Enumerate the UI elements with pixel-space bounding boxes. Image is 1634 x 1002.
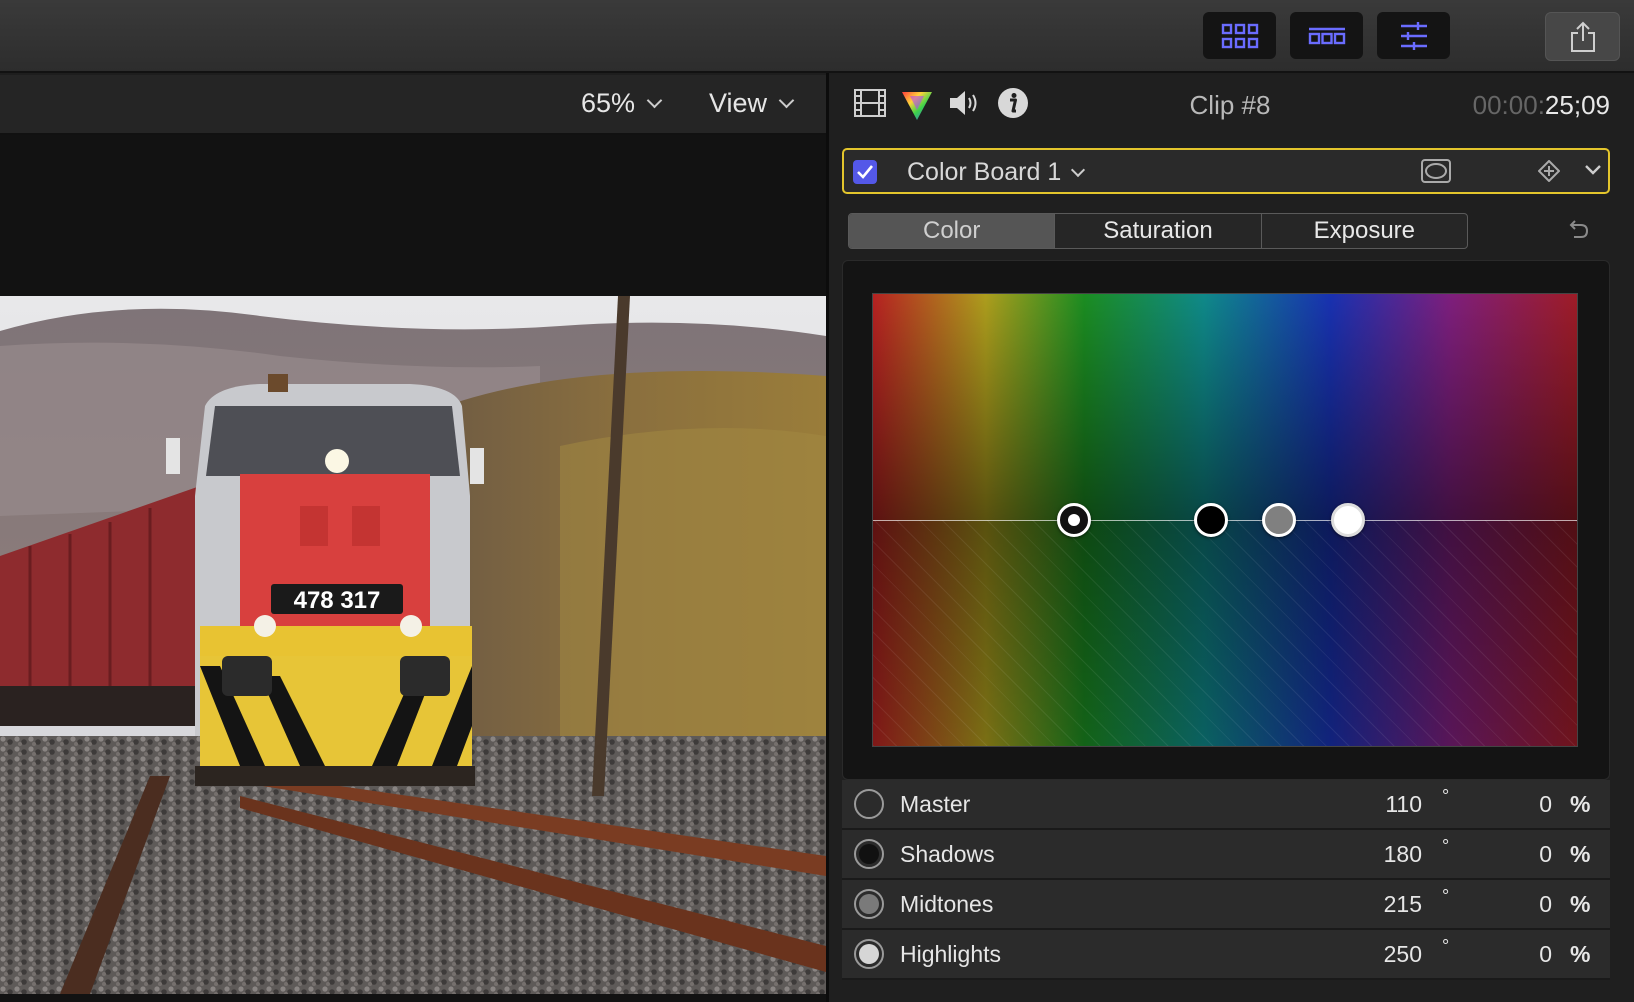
- board-positive-area: [873, 294, 1577, 520]
- swatch-fill: [859, 794, 879, 814]
- film-icon[interactable]: [854, 88, 886, 118]
- chevron-down-icon: [646, 92, 663, 109]
- timecode-seconds-frames: 25;09: [1544, 90, 1610, 120]
- highlights-puck[interactable]: [1330, 503, 1365, 537]
- percent-symbol: %: [1570, 890, 1591, 917]
- zoom-label: 65%: [581, 88, 636, 118]
- percent-value[interactable]: 0: [1482, 891, 1552, 918]
- table-row: Highlights 250 ° 0 %: [842, 930, 1610, 980]
- effect-enable-checkbox[interactable]: [853, 160, 877, 184]
- board-negative-area: [873, 520, 1577, 746]
- hue-degrees-value[interactable]: 180: [1332, 841, 1422, 868]
- inspector-toggle-button[interactable]: [1377, 12, 1450, 59]
- swatch-fill: [859, 944, 879, 964]
- zoom-popup[interactable]: 65%: [581, 88, 663, 119]
- table-row: Midtones 215 ° 0 %: [842, 880, 1610, 930]
- keyframe-diamond-icon[interactable]: [1538, 160, 1560, 182]
- swatch-fill: [859, 894, 879, 914]
- percent-value[interactable]: 0: [1482, 791, 1552, 818]
- table-row: Master 110 ° 0 %: [842, 780, 1610, 830]
- shadows-swatch[interactable]: [854, 839, 884, 869]
- info-icon[interactable]: [996, 86, 1030, 120]
- checkmark-icon: [857, 165, 874, 179]
- train-video-image: 478 317: [0, 296, 826, 994]
- hue-degrees-value[interactable]: 250: [1332, 941, 1422, 968]
- browser-toggle-button[interactable]: [1203, 12, 1276, 59]
- tab-saturation[interactable]: Saturation: [1055, 214, 1262, 248]
- effect-name: Color Board 1: [907, 158, 1062, 186]
- row-label: Master: [900, 790, 971, 817]
- tab-exposure[interactable]: Exposure: [1262, 214, 1467, 248]
- timeline-toggle-button[interactable]: [1290, 12, 1363, 59]
- midtones-puck[interactable]: [1262, 503, 1297, 537]
- share-button[interactable]: [1545, 12, 1620, 61]
- share-icon: [1570, 21, 1595, 52]
- color-board[interactable]: [872, 293, 1578, 747]
- timecode: 00:00:25;09: [1420, 90, 1610, 121]
- mask-icon[interactable]: [1421, 159, 1451, 183]
- percent-symbol: %: [1570, 790, 1591, 817]
- view-popup[interactable]: View: [709, 88, 795, 119]
- timecode-hours-minutes: 00:00:: [1472, 90, 1545, 120]
- chevron-down-icon: [1071, 162, 1086, 177]
- swatch-fill: [859, 844, 879, 864]
- midtones-swatch[interactable]: [854, 889, 884, 919]
- master-puck[interactable]: [1057, 503, 1092, 537]
- locomotive-number: 478 317: [294, 587, 381, 614]
- effect-name-popup[interactable]: Color Board 1: [907, 158, 1086, 187]
- video-frame[interactable]: 478 317: [0, 296, 826, 994]
- clip-name: Clip #8: [1189, 90, 1271, 120]
- viewer-header: [0, 75, 826, 135]
- speaker-icon[interactable]: [948, 88, 982, 118]
- table-row: Shadows 180 ° 0 %: [842, 830, 1610, 880]
- percent-symbol: %: [1570, 840, 1591, 867]
- hue-degrees-value[interactable]: 215: [1332, 891, 1422, 918]
- row-label: Midtones: [900, 890, 994, 917]
- top-toolbar: [0, 0, 1634, 73]
- highlights-swatch[interactable]: [854, 939, 884, 969]
- hue-degrees-value[interactable]: 110: [1332, 791, 1422, 818]
- color-board-tabs: Color Saturation Exposure: [848, 213, 1468, 249]
- color-prism-icon[interactable]: [900, 88, 934, 122]
- inspector-sliders-icon: [1400, 21, 1427, 50]
- row-label: Shadows: [900, 840, 995, 867]
- shadows-puck[interactable]: [1194, 503, 1228, 537]
- master-swatch[interactable]: [854, 789, 884, 819]
- percent-value[interactable]: 0: [1482, 941, 1552, 968]
- timeline-filmstrip-icon: [1308, 27, 1345, 44]
- disclosure-chevron-icon[interactable]: [1584, 164, 1602, 176]
- degree-symbol: °: [1442, 886, 1450, 906]
- row-label: Highlights: [900, 940, 1001, 967]
- degree-symbol: °: [1442, 786, 1450, 806]
- browser-grid-icon: [1221, 23, 1258, 48]
- chevron-down-icon: [778, 92, 795, 109]
- percent-value[interactable]: 0: [1482, 841, 1552, 868]
- percent-symbol: %: [1570, 940, 1591, 967]
- view-label: View: [709, 88, 768, 118]
- tab-color[interactable]: Color: [849, 214, 1056, 248]
- degree-symbol: °: [1442, 936, 1450, 956]
- degree-symbol: °: [1442, 836, 1450, 856]
- reset-arrow-icon[interactable]: [1566, 218, 1590, 242]
